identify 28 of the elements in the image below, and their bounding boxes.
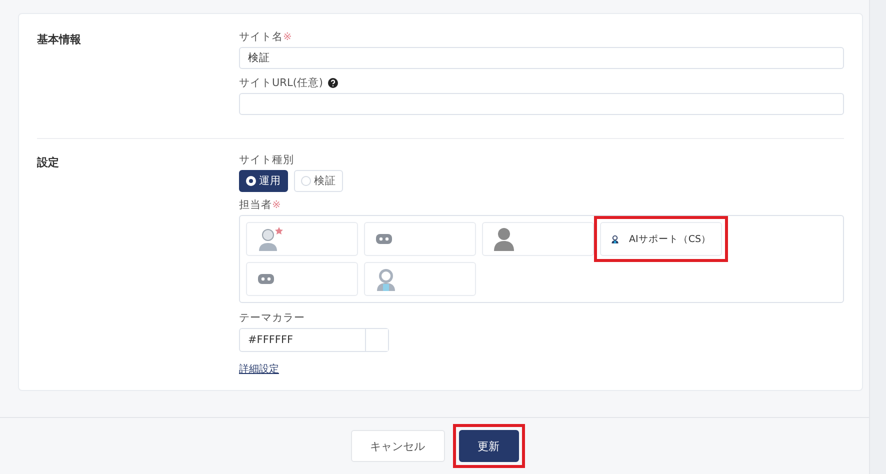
cancel-button[interactable]: キャンセル — [350, 430, 444, 462]
theme-color-field[interactable]: #FFFFFF — [239, 328, 389, 352]
assignee-card[interactable]: AIサポート（CS） — [600, 222, 722, 256]
field-label: サイト名※ — [239, 30, 292, 44]
radio-option[interactable]: 運用 — [239, 170, 288, 192]
assignee-card[interactable] — [246, 222, 358, 256]
assignee-card[interactable] — [246, 262, 358, 296]
section-heading: 基本情報 — [37, 32, 82, 48]
user-icon — [493, 227, 515, 251]
man-avatar-icon — [257, 227, 279, 251]
site-url-field[interactable] — [239, 93, 844, 115]
site-name-field[interactable]: 検証 — [239, 47, 844, 69]
assignee-card[interactable] — [482, 222, 594, 256]
section-heading: 設定 — [37, 155, 60, 171]
assignee-card[interactable] — [364, 222, 476, 256]
radio-option[interactable]: 検証 — [294, 170, 343, 192]
robot-icon — [257, 273, 275, 285]
field-label: 担当者※ — [239, 198, 281, 212]
field-label: テーマカラー — [239, 311, 305, 325]
assignee-name: AIサポート（CS） — [629, 232, 711, 246]
help-icon[interactable] — [328, 78, 338, 88]
robot-icon — [375, 233, 393, 245]
field-label: サイト種別 — [239, 153, 294, 167]
woman-avatar-icon — [375, 267, 397, 291]
advanced-settings-link[interactable]: 詳細設定 — [239, 362, 279, 376]
field-label: サイトURL(任意) — [239, 76, 324, 90]
update-button[interactable]: 更新 — [458, 430, 518, 462]
assignee-card[interactable] — [364, 262, 476, 296]
